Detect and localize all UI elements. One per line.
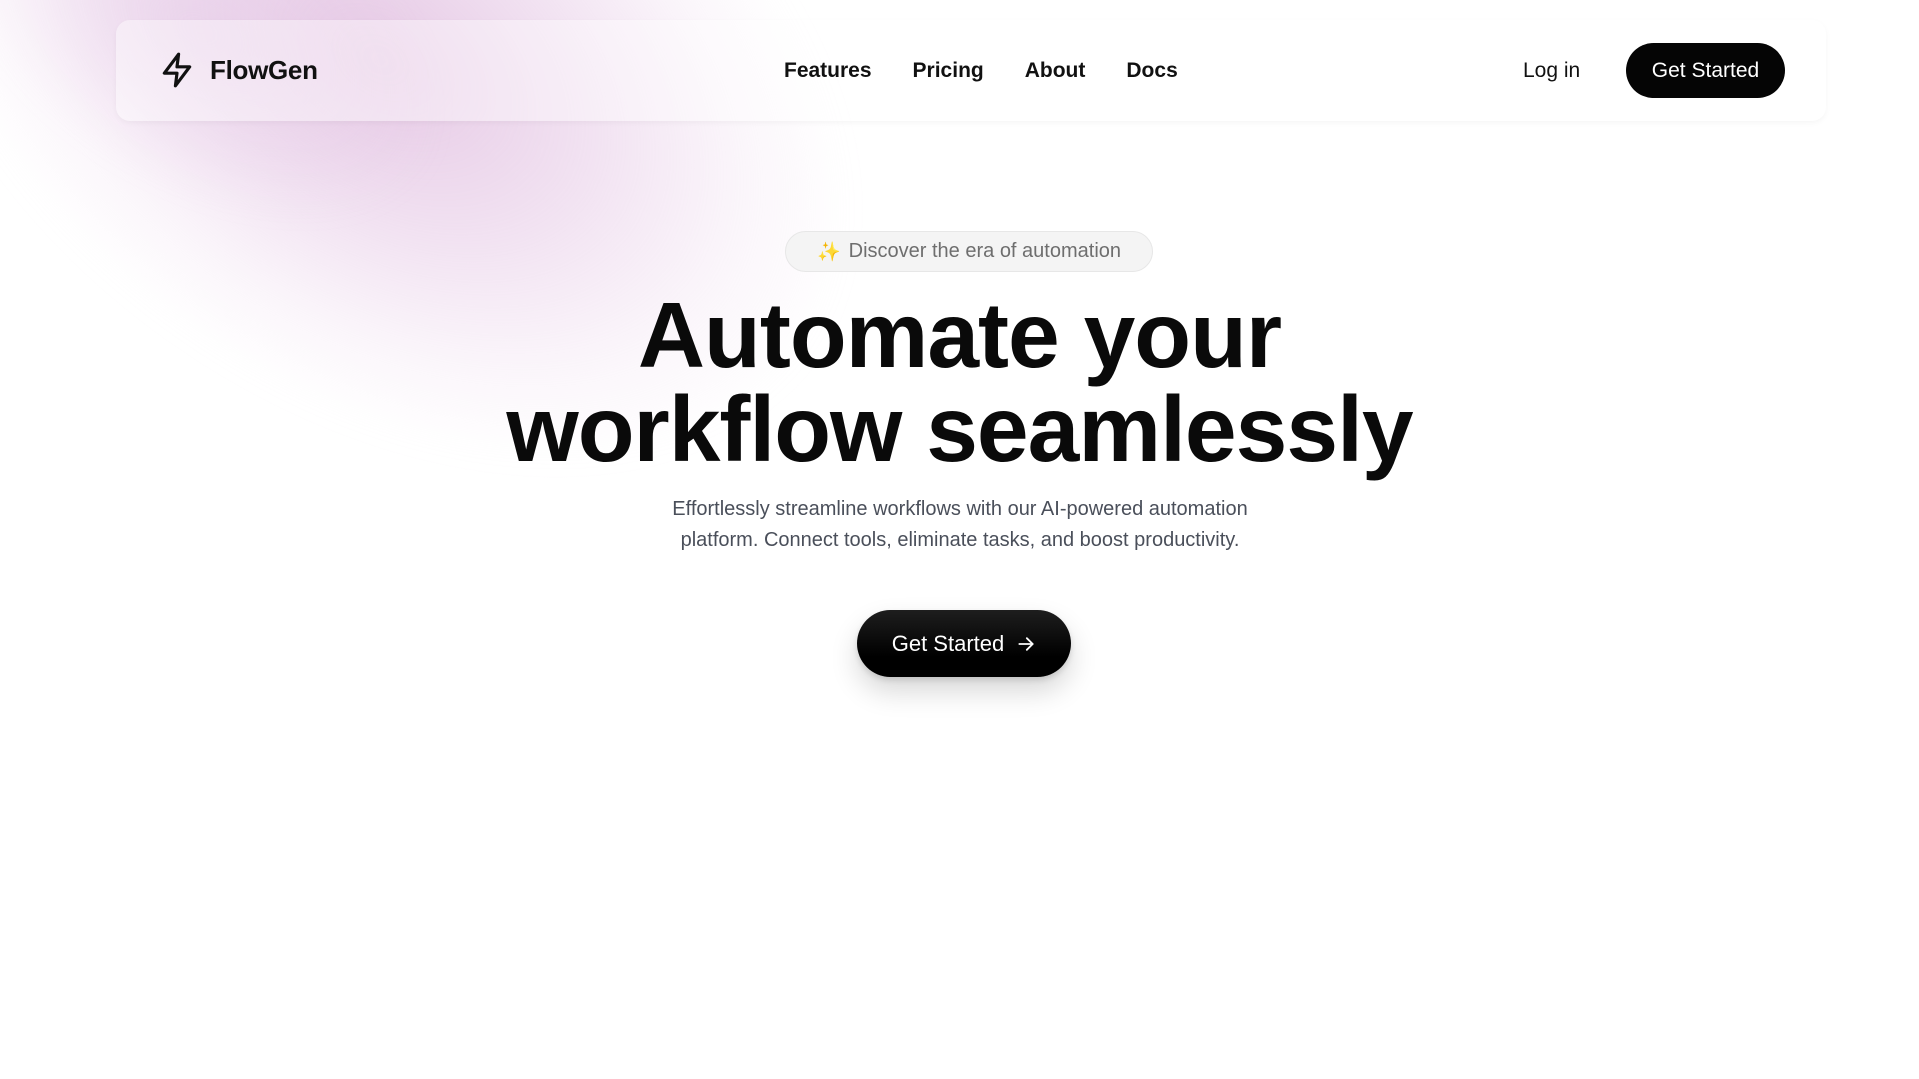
landing-page: FlowGen Features Pricing About Docs Log …	[0, 0, 1919, 1079]
nav-get-started-button[interactable]: Get Started	[1626, 43, 1785, 98]
hero-headline: Automate your workflow seamlessly	[300, 288, 1619, 476]
hero-headline-line-1: Automate your	[637, 283, 1282, 387]
nav-link-docs[interactable]: Docs	[1126, 59, 1177, 83]
nav-links: Features Pricing About Docs	[784, 20, 1178, 121]
nav-link-about[interactable]: About	[1025, 59, 1086, 83]
hero-subtext: Effortlessly streamline workflows with o…	[560, 494, 1360, 556]
hero-cta-label: Get Started	[891, 630, 1005, 656]
hero-get-started-button[interactable]: Get Started	[857, 610, 1071, 677]
badge-text: Discover the era of automation	[848, 240, 1122, 262]
hero-subtext-line-2: platform. Connect tools, eliminate tasks…	[680, 529, 1240, 551]
brand-name: FlowGen	[210, 54, 318, 85]
nav-link-features[interactable]: Features	[784, 59, 872, 83]
login-link[interactable]: Log in	[1523, 20, 1580, 121]
announcement-badge: ✨ Discover the era of automation	[785, 231, 1153, 272]
brand-logo[interactable]: FlowGen	[158, 50, 318, 90]
hero-headline-line-2: workflow seamlessly	[506, 377, 1413, 481]
nav-link-pricing[interactable]: Pricing	[913, 59, 984, 83]
arrow-right-icon	[1016, 634, 1036, 654]
lightning-bolt-icon	[158, 50, 196, 90]
sparkles-icon: ✨	[816, 241, 841, 263]
hero-subtext-line-1: Effortlessly streamline workflows with o…	[672, 498, 1248, 520]
navbar: FlowGen Features Pricing About Docs Log …	[116, 20, 1826, 121]
